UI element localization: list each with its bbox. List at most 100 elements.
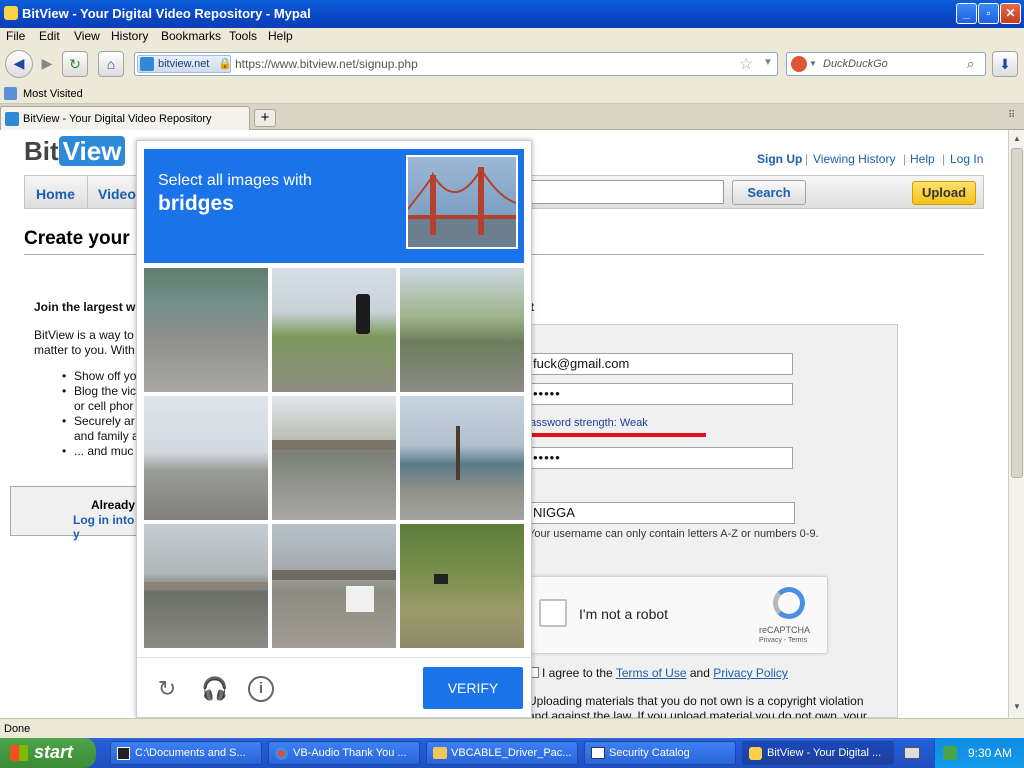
search-engine-box[interactable]: ▼ DuckDuckGo ⌕ [786,52,986,76]
captcha-tile-4[interactable] [144,396,268,520]
logo-view: View [58,136,126,166]
separator-text: | [805,152,809,166]
site-favicon-icon [140,57,154,71]
page-scrollbar[interactable]: ▲ ▼ [1008,130,1024,718]
site-search-input[interactable] [530,180,724,204]
username-field[interactable]: NIGGA [528,502,795,524]
scroll-thumb[interactable] [1011,148,1023,478]
agree-and: and [689,666,710,680]
captcha-challenge-popup: Select all images with bridges ↻ 🎧 i VER… [136,140,532,718]
url-bar[interactable]: bitview.net 🔒 https://www.bitview.net/si… [134,52,778,76]
bullet-item: or cell phor [74,399,134,413]
downloads-icon[interactable]: ⬇ [992,51,1018,77]
search-icon[interactable]: ⌕ [967,56,974,72]
captcha-target: bridges [158,192,234,215]
most-visited-link[interactable]: Most Visited [23,88,83,100]
clock[interactable]: 9:30 AM [968,746,1012,760]
bullet-item: Blog the vic [74,384,137,398]
copyright-line-1: Uploading materials that you do not own … [528,694,864,708]
start-button[interactable]: start [0,738,96,768]
forward-arrow-icon[interactable]: ▶ [34,51,60,77]
password-field[interactable]: ••••• [528,383,793,405]
verify-button[interactable]: VERIFY [423,667,523,709]
menu-tools[interactable]: Tools [229,29,257,43]
log-in-link[interactable]: Log In [950,152,983,166]
menu-edit[interactable]: Edit [39,29,60,43]
task-7zip[interactable]: C:\Documents and S... [110,741,262,765]
bullet-dot: • [62,444,67,458]
recaptcha-checkbox[interactable] [539,599,567,627]
task-security-catalog[interactable]: Security Catalog [584,741,736,765]
mailbox-icon [434,574,448,584]
captcha-tile-6[interactable] [400,396,524,520]
tab-bitview[interactable]: BitView - Your Digital Video Repository [0,106,250,130]
site-identity-label: bitview.net [158,58,210,70]
bridge-sample-icon [407,167,517,247]
reload-icon[interactable]: ↻ [154,676,180,702]
captcha-tile-5[interactable] [272,396,396,520]
new-tab-button[interactable]: + [254,109,276,127]
maximize-button[interactable]: ▫ [978,3,999,24]
bitview-logo[interactable]: Bit View [24,136,126,167]
close-button[interactable]: ✕ [1000,3,1021,24]
traffic-light-icon [356,294,370,334]
username-hint: Your username can only contain letters A… [528,528,819,540]
captcha-tile-9[interactable] [400,524,524,648]
menu-history[interactable]: History [111,29,148,43]
task-explorer[interactable]: VBCABLE_Driver_Pac... [426,741,578,765]
captcha-tile-1[interactable] [144,268,268,392]
site-identity-button[interactable]: bitview.net 🔒 [137,55,232,73]
captcha-tile-3[interactable] [400,268,524,392]
nav-home[interactable]: Home [36,186,75,202]
url-dropdown-icon[interactable]: ▼ [763,57,773,68]
task-label: BitView - Your Digital ... [767,747,882,759]
windows-logo-icon [10,745,28,761]
page-title: Create your [24,228,130,249]
info-icon[interactable]: i [248,676,274,702]
bullet-dot: • [62,369,67,383]
nav-videos[interactable]: Video [98,186,136,202]
recaptcha-links[interactable]: Privacy - Terms [759,637,807,644]
captcha-tile-7[interactable] [144,524,268,648]
menu-help[interactable]: Help [268,29,293,43]
intro-line-1: BitView is a way to [34,328,134,342]
password-strength-bar [528,433,706,437]
keyboard-icon[interactable] [904,747,920,759]
menu-file[interactable]: File [6,29,25,43]
menu-bookmarks[interactable]: Bookmarks [161,29,221,43]
captcha-tile-2[interactable] [272,268,396,392]
help-link[interactable]: Help [910,152,935,166]
mypal-icon [749,747,762,760]
email-field[interactable]: fuck@gmail.com [528,353,793,375]
lock-icon: 🔒 [218,58,232,70]
bookmarks-bar: Most Visited [0,84,1024,104]
login-link[interactable]: Log in into y [73,513,141,541]
tab-list-icon[interactable]: ⠿ [1008,110,1015,121]
upload-button[interactable]: Upload [912,181,976,205]
reload-page-icon[interactable]: ↻ [62,51,88,77]
task-chrome[interactable]: VB-Audio Thank You ... [268,741,420,765]
viewing-history-link[interactable]: Viewing History [813,152,895,166]
engine-dropdown-icon[interactable]: ▼ [809,59,817,68]
terms-link[interactable]: Terms of Use [616,666,687,680]
task-label: C:\Documents and S... [135,747,246,759]
confirm-password-field[interactable]: ••••• [528,447,793,469]
headphones-icon[interactable]: 🎧 [201,676,228,702]
task-bitview[interactable]: BitView - Your Digital ... [742,741,894,765]
minimize-button[interactable]: _ [956,3,977,24]
home-icon[interactable]: ⌂ [98,51,124,77]
scroll-down-icon[interactable]: ▼ [1011,702,1023,714]
network-icon[interactable] [943,746,957,760]
privacy-link[interactable]: Privacy Policy [713,666,788,680]
overpass-icon [144,582,268,590]
back-arrow-icon[interactable]: ◀ [5,50,33,78]
separator-text: | [942,152,946,166]
window-title: BitView - Your Digital Video Repository … [22,6,311,21]
duckduckgo-icon[interactable] [791,56,807,72]
captcha-tile-8[interactable] [272,524,396,648]
scroll-up-icon[interactable]: ▲ [1011,134,1023,146]
menu-view[interactable]: View [74,29,100,43]
sign-up-link[interactable]: Sign Up [757,152,802,166]
site-search-button[interactable]: Search [732,180,806,205]
bookmark-star-icon[interactable]: ☆ [739,54,753,74]
